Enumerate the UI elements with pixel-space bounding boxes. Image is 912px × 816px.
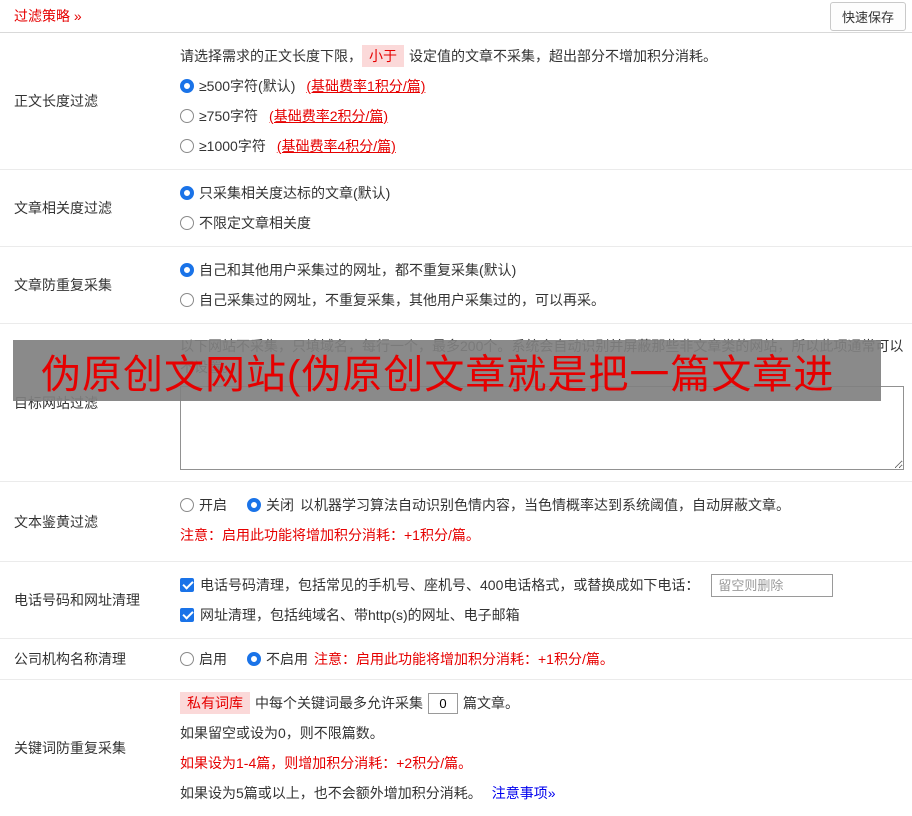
option-label: 关闭 — [266, 497, 294, 513]
radio-icon[interactable] — [180, 263, 194, 277]
keyword-max-count-input[interactable] — [428, 692, 458, 714]
phone-url-clean-label: 电话号码和网址清理 — [14, 592, 140, 608]
radio-icon[interactable] — [247, 498, 261, 512]
private-lexicon-chip: 私有词库 — [180, 692, 250, 714]
radio-icon[interactable] — [180, 139, 194, 153]
option-label: 启用 — [199, 651, 227, 667]
dedup-option-self[interactable]: 自己采集过的网址，不重复采集，其他用户采集过的，可以再采。 — [180, 290, 605, 310]
radio-icon[interactable] — [180, 109, 194, 123]
magnified-text: 伪原创文网站(伪原创文章就是把一篇文章进 — [41, 352, 835, 397]
option-label: 不启用 — [266, 651, 308, 667]
row-relevance-filter: 文章相关度过滤 只采集相关度达标的文章(默认) 不限定文章相关度 — [0, 170, 912, 247]
checkbox-icon[interactable] — [180, 578, 194, 592]
url-clean-option[interactable]: 网址清理，包括纯域名、带http(s)的网址、电子邮箱 — [180, 605, 520, 625]
option-rate-note: (基础费率2积分/篇) — [269, 108, 389, 124]
company-clean-warning: 注意：启用此功能将增加积分消耗：+1积分/篇。 — [314, 651, 614, 667]
length-option-1000[interactable]: ≥1000字符 — [180, 136, 266, 156]
option-label: 自己采集过的网址，不重复采集，其他用户采集过的，可以再采。 — [199, 292, 605, 308]
intro-highlight-lessthan: 小于 — [362, 45, 404, 67]
intro-text-post: 设定值的文章不采集，超出部分不增加积分消耗。 — [409, 48, 717, 64]
porn-filter-label: 文本鉴黄过滤 — [14, 513, 98, 530]
option-label: 网址清理，包括纯域名、带http(s)的网址、电子邮箱 — [200, 607, 520, 623]
company-option-disable[interactable]: 不启用 — [247, 649, 308, 669]
option-label: 不限定文章相关度 — [199, 215, 311, 231]
radio-icon[interactable] — [180, 186, 194, 200]
porn-filter-desc: 以机器学习算法自动识别色情内容，当色情概率达到系统阈值，自动屏蔽文章。 — [300, 497, 790, 513]
option-rate-note: (基础费率4积分/篇) — [276, 138, 396, 154]
row-phone-url-clean: 电话号码和网址清理 电话号码清理，包括常见的手机号、座机号、400电话格式，或替… — [0, 562, 912, 639]
magnifier-overlay: 伪原创文网站(伪原创文章就是把一篇文章进 — [13, 340, 881, 401]
company-clean-label: 公司机构名称清理 — [14, 651, 126, 667]
length-filter-label: 正文长度过滤 — [14, 93, 98, 109]
keyword-dedup-label: 关键词防重复采集 — [14, 740, 126, 756]
length-option-500[interactable]: ≥500字符(默认) — [180, 76, 295, 96]
radio-icon[interactable] — [180, 216, 194, 230]
option-label: 只采集相关度达标的文章(默认) — [199, 185, 391, 201]
relevance-filter-label: 文章相关度过滤 — [14, 200, 112, 216]
option-rate-note: (基础费率1积分/篇) — [306, 78, 426, 94]
option-label: 电话号码清理，包括常见的手机号、座机号、400电话格式，或替换成如下电话： — [200, 577, 700, 593]
length-filter-intro: 请选择需求的正文长度下限， 小于 设定值的文章不采集，超出部分不增加积分消耗。 — [180, 41, 904, 71]
page-title[interactable]: 过滤策略 » — [14, 6, 82, 26]
company-option-enable[interactable]: 启用 — [180, 649, 227, 669]
radio-icon[interactable] — [247, 652, 261, 666]
row-keyword-dedup: 关键词防重复采集 私有词库 中每个关键词最多允许采集 篇文章。 如果留空或设为0… — [0, 680, 912, 816]
keyword-line1-text: 中每个关键词最多允许采集 — [255, 695, 423, 711]
relevance-option-strict[interactable]: 只采集相关度达标的文章(默认) — [180, 183, 390, 203]
row-company-clean: 公司机构名称清理 启用 不启用 注意：启用此功能将增加积分消耗：+1积分/篇。 — [0, 639, 912, 680]
porn-option-on[interactable]: 开启 — [180, 495, 227, 515]
length-option-750[interactable]: ≥750字符 — [180, 106, 258, 126]
keyword-line4-text: 如果设为5篇或以上，也不会额外增加积分消耗。 — [180, 785, 482, 801]
row-length-filter: 正文长度过滤 请选择需求的正文长度下限， 小于 设定值的文章不采集，超出部分不增… — [0, 33, 912, 170]
porn-option-off[interactable]: 关闭 — [247, 495, 294, 515]
dedup-option-global[interactable]: 自己和其他用户采集过的网址，都不重复采集(默认) — [180, 260, 516, 280]
radio-icon[interactable] — [180, 498, 194, 512]
relevance-option-any[interactable]: 不限定文章相关度 — [180, 213, 311, 233]
notes-link[interactable]: 注意事项» — [492, 783, 556, 803]
replacement-phone-input[interactable] — [711, 573, 834, 597]
keyword-line1-post: 篇文章。 — [463, 695, 519, 711]
row-porn-filter: 文本鉴黄过滤 开启 关闭 以机器学习算法自动识别色情内容，当色情概率达到系统阈值… — [0, 482, 912, 562]
option-label: 开启 — [199, 497, 227, 513]
radio-icon[interactable] — [180, 293, 194, 307]
dedup-filter-label: 文章防重复采集 — [14, 277, 112, 293]
intro-text-pre: 请选择需求的正文长度下限， — [180, 48, 362, 64]
checkbox-icon[interactable] — [180, 608, 194, 622]
option-label: ≥1000字符 — [199, 138, 266, 154]
phone-clean-option[interactable]: 电话号码清理，包括常见的手机号、座机号、400电话格式，或替换成如下电话： — [180, 575, 699, 595]
row-dedup-filter: 文章防重复采集 自己和其他用户采集过的网址，都不重复采集(默认) 自己采集过的网… — [0, 247, 912, 324]
option-label: ≥750字符 — [199, 108, 259, 124]
quick-save-button[interactable]: 快速保存 — [829, 1, 906, 31]
option-label: 自己和其他用户采集过的网址，都不重复采集(默认) — [199, 262, 517, 278]
porn-filter-warning: 注意：启用此功能将增加积分消耗：+1积分/篇。 — [180, 527, 480, 543]
radio-icon[interactable] — [180, 652, 194, 666]
keyword-line2-text: 如果留空或设为0，则不限篇数。 — [180, 725, 384, 741]
top-bar: 过滤策略 » 快速保存 — [0, 0, 912, 33]
radio-icon[interactable] — [180, 79, 194, 93]
option-label: ≥500字符(默认) — [199, 78, 296, 94]
keyword-line3-warning: 如果设为1-4篇，则增加积分消耗：+2积分/篇。 — [180, 755, 473, 771]
